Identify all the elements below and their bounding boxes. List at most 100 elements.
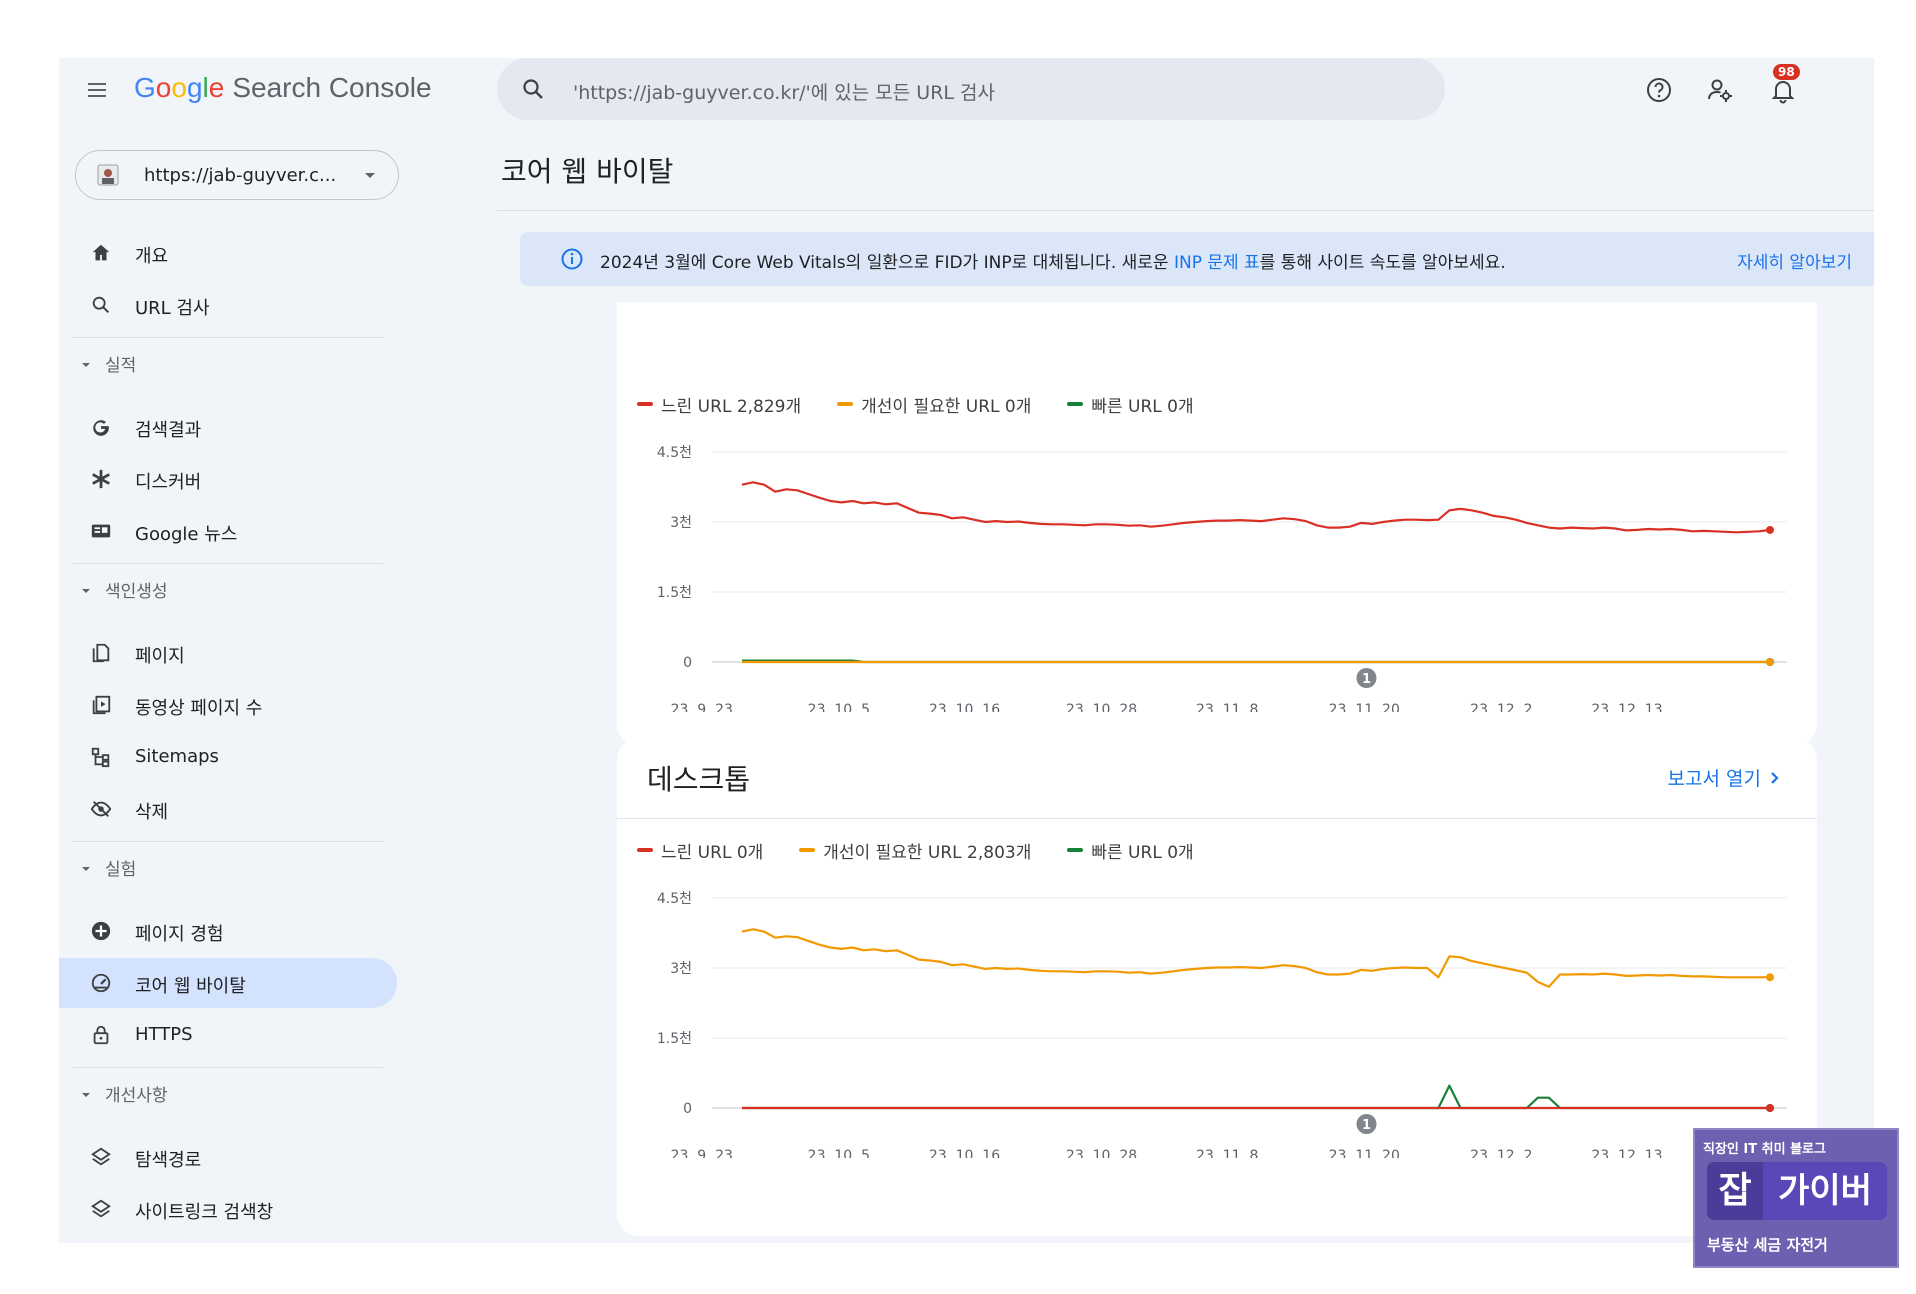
chart-legend: 느린 URL 0개 개선이 필요한 URL 2,803개 빠른 URL 0개 [637, 838, 1230, 863]
series-end-point[interactable] [1766, 973, 1774, 982]
divider [73, 841, 383, 842]
divider [617, 818, 1817, 819]
nav-video-pages[interactable]: 동영상 페이지 수 [59, 680, 399, 730]
page-title: 코어 웹 바이탈 [501, 155, 674, 188]
asterisk-icon [89, 467, 113, 491]
divider [73, 1067, 383, 1068]
search-icon [89, 293, 113, 317]
nav-core-web-vitals[interactable]: 코어 웹 바이탈 [59, 958, 397, 1008]
x-tick-label: 23. 12. 13. [1591, 1148, 1667, 1158]
series-end-point[interactable] [1766, 1104, 1774, 1112]
nav-sitelinks-searchbox[interactable]: 사이트링크 검색창 [59, 1184, 399, 1234]
y-tick-label: 4.5천 [657, 891, 692, 907]
nav-overview[interactable]: 개요 [59, 228, 399, 278]
x-tick-label: 23. 11. 20. [1329, 1148, 1405, 1158]
nav-breadcrumbs[interactable]: 탐색경로 [59, 1132, 399, 1182]
legend-good[interactable]: 빠른 URL 0개 [1067, 392, 1194, 417]
legend-poor[interactable]: 느린 URL 2,829개 [637, 392, 801, 417]
series-end-point[interactable] [1766, 525, 1774, 534]
nav-https[interactable]: HTTPS [59, 1010, 399, 1060]
property-selector[interactable]: https://jab-guyver.c... [75, 150, 399, 200]
nav-removals[interactable]: 삭제 [59, 784, 399, 834]
blog-watermark-logo: 직장인 IT 취미 블로그 잡 가이버 부동산 세금 자전거 [1693, 1128, 1899, 1268]
caret-down-icon [79, 861, 93, 880]
nav-pages[interactable]: 페이지 [59, 628, 399, 678]
svg-text:1: 1 [1362, 672, 1371, 687]
annotation-marker[interactable]: 1 [1356, 668, 1377, 688]
svg-text:1: 1 [1362, 1118, 1371, 1133]
y-tick-label: 0 [683, 655, 692, 671]
nav-sitemaps[interactable]: Sitemaps [59, 732, 399, 782]
chevron-down-icon [360, 165, 380, 189]
search-icon [521, 77, 545, 105]
desktop-line-chart: 4.5천 3천 1.5천 0 23. 9. 23. 23. 10. 5. 23. 10. 1… [657, 891, 1787, 1158]
annotation-marker[interactable]: 1 [1356, 1114, 1377, 1134]
home-icon [89, 241, 113, 265]
divider [73, 337, 383, 338]
info-banner: 2024년 3월에 Core Web Vitals의 일환으로 FID가 INP… [520, 232, 1874, 286]
search-console-logo[interactable]: Google Search Console [134, 72, 432, 104]
nav-google-news[interactable]: Google 뉴스 [59, 506, 399, 556]
caret-down-icon [79, 1087, 93, 1106]
lock-icon [89, 1023, 113, 1047]
x-tick-label: 23. 11. 20. [1329, 702, 1405, 712]
card-title: 데스크톱 [647, 763, 751, 796]
news-icon [89, 519, 113, 543]
mobile-card: 느린 URL 2,829개 개선이 필요한 URL 0개 빠른 URL 0개 4… [617, 302, 1817, 746]
divider [73, 563, 383, 564]
property-url: https://jab-guyver.c... [144, 165, 337, 186]
nav-search-results[interactable]: 검색결과 [59, 402, 399, 452]
legend-needs-improvement[interactable]: 개선이 필요한 URL 0개 [837, 392, 1031, 417]
x-tick-label: 23. 10. 28. [1066, 702, 1142, 712]
x-tick-label: 23. 12. 2. [1470, 702, 1537, 712]
x-tick-label: 23. 11. 8. [1196, 702, 1263, 712]
gauge-icon [89, 971, 113, 995]
property-icon [96, 163, 120, 191]
series-line-2[interactable] [742, 1084, 1770, 1110]
removal-icon [89, 797, 113, 821]
x-tick-label: 23. 10. 16. [929, 1148, 1005, 1158]
google-g-icon [89, 415, 113, 439]
series-end-point[interactable] [1766, 658, 1774, 666]
nav-url-inspection[interactable]: URL 검사 [59, 280, 399, 330]
x-tick-label: 23. 10. 5. [808, 1148, 875, 1158]
y-tick-label: 3천 [670, 961, 692, 977]
open-report-link[interactable]: 보고서 열기 [1668, 764, 1781, 791]
nav-page-experience[interactable]: 페이지 경험 [59, 906, 399, 956]
caret-down-icon [79, 583, 93, 602]
y-tick-label: 1.5천 [657, 585, 692, 601]
layers-icon [89, 1197, 113, 1221]
x-tick-label: 23. 9. 23. [671, 1148, 738, 1158]
legend-needs-improvement[interactable]: 개선이 필요한 URL 2,803개 [799, 838, 1031, 863]
x-tick-label: 23. 10. 28. [1066, 1148, 1142, 1158]
legend-good[interactable]: 빠른 URL 0개 [1067, 838, 1194, 863]
layers-icon [89, 1145, 113, 1169]
y-tick-label: 3천 [670, 515, 692, 531]
series-line-0[interactable] [741, 481, 1771, 534]
search-console-app: Google Search Console 'https://jab-guyver… [59, 58, 1874, 1243]
caret-down-icon [79, 357, 93, 376]
nav-discover[interactable]: 디스커버 [59, 454, 399, 504]
x-tick-label: 23. 10. 16. [929, 702, 1005, 712]
sitemap-icon [89, 745, 113, 769]
pages-icon [89, 641, 113, 665]
manage-users-icon[interactable] [1702, 72, 1738, 108]
inp-issues-link[interactable]: INP 문제 표 [1174, 253, 1260, 273]
legend-poor[interactable]: 느린 URL 0개 [637, 838, 763, 863]
url-inspection-search[interactable]: 'https://jab-guyver.co.kr/'에 있는 모든 URL 검… [497, 58, 1445, 120]
info-icon [560, 247, 584, 275]
learn-more-link[interactable]: 자세히 알아보기 [1737, 248, 1852, 273]
x-tick-label: 23. 10. 5. [808, 702, 875, 712]
menu-icon[interactable] [79, 72, 115, 108]
series-line-1[interactable] [741, 928, 1771, 988]
mobile-line-chart: 4.5천 3천 1.5천 0 23. 9. 23. 23. 10. 5. 23. 10. 1… [657, 445, 1787, 712]
search-placeholder: 'https://jab-guyver.co.kr/'에 있는 모든 URL 검… [573, 82, 995, 104]
y-tick-label: 0 [683, 1101, 692, 1117]
x-tick-label: 23. 12. 13. [1591, 702, 1667, 712]
y-tick-label: 1.5천 [657, 1031, 692, 1047]
help-icon[interactable] [1641, 72, 1677, 108]
product-name: Search Console [232, 72, 432, 103]
chart-legend: 느린 URL 2,829개 개선이 필요한 URL 0개 빠른 URL 0개 [637, 392, 1230, 417]
desktop-card: 데스크톱 보고서 열기 느린 URL 0개 개선이 필요한 URL 2,803개… [617, 738, 1817, 1236]
top-bar: Google Search Console 'https://jab-guyver… [59, 58, 1874, 122]
